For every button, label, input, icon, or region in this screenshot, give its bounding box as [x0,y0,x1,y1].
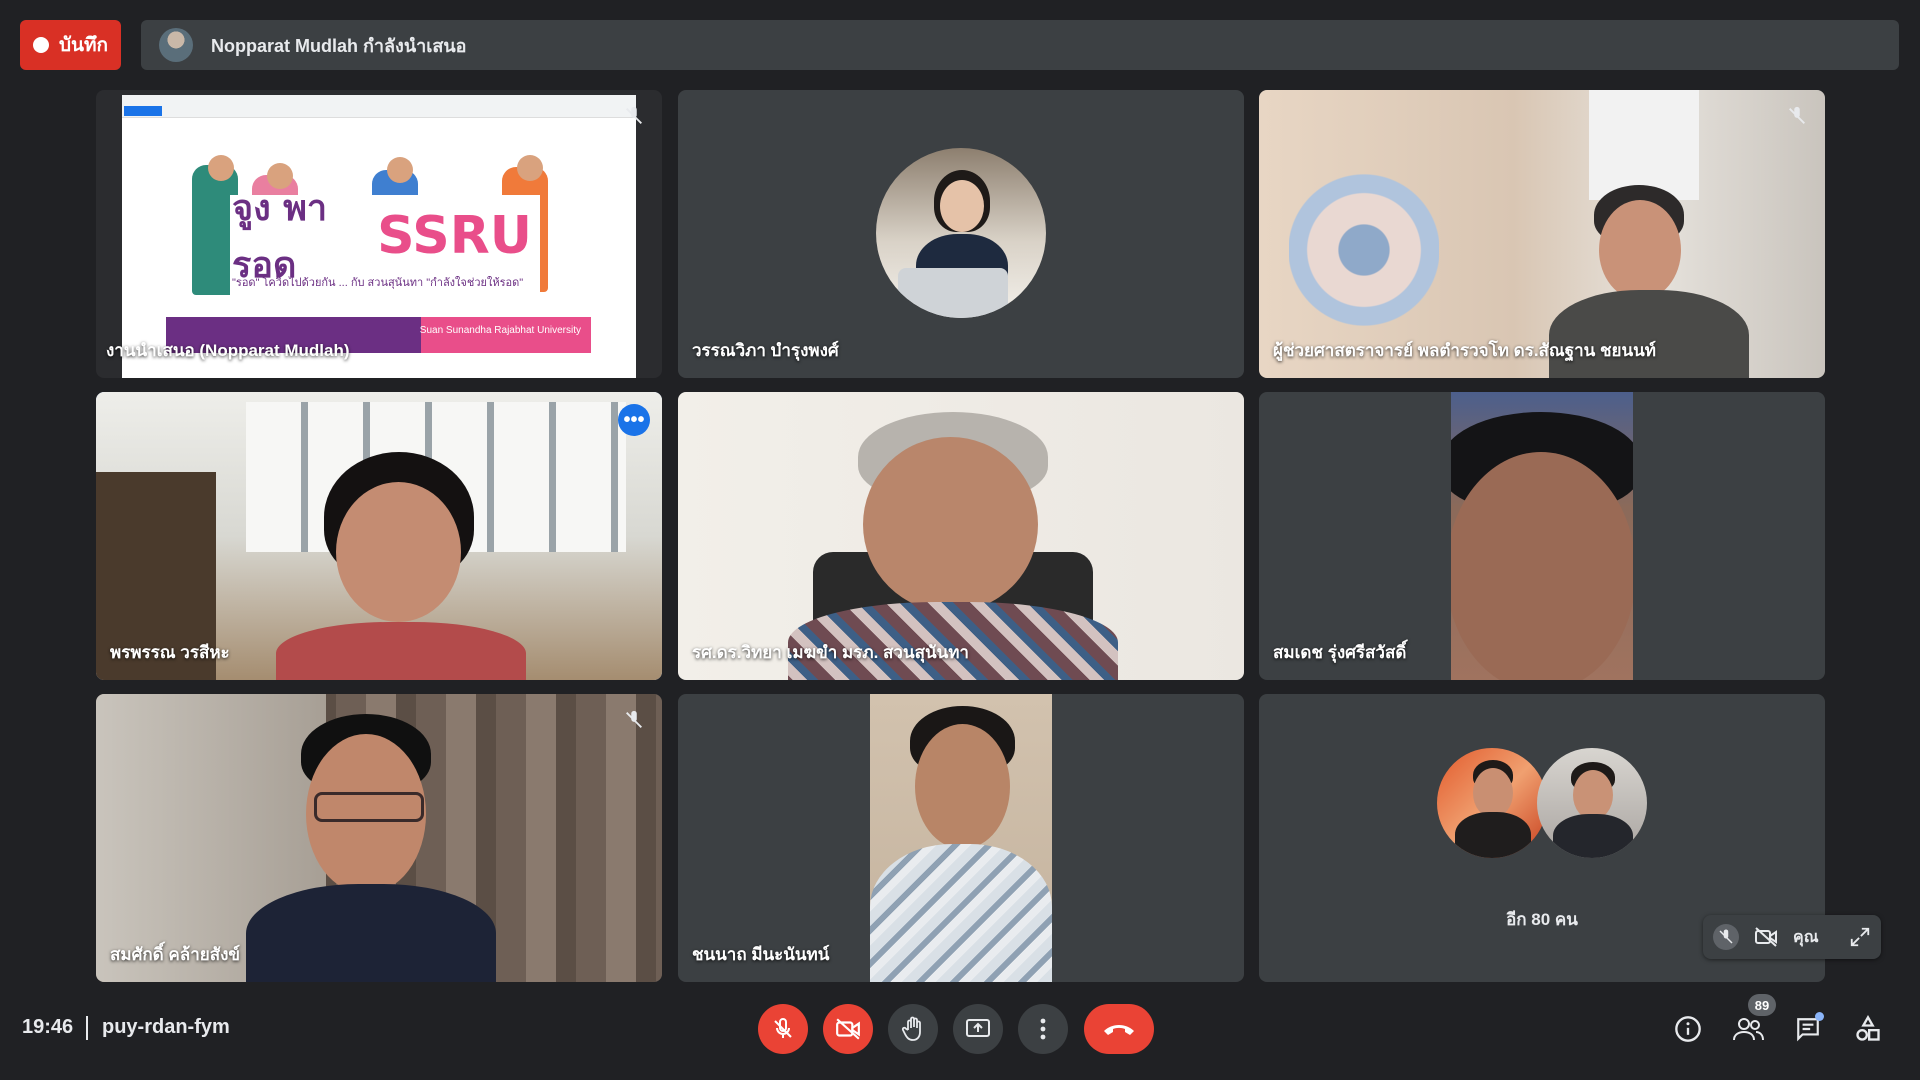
mic-off-icon [1783,102,1811,130]
recording-label: บันทึก [58,35,109,56]
people-icon [1733,1018,1764,1041]
presenter-avatar [159,28,193,62]
self-label: คุณ [1793,928,1819,946]
tile-name: วรรณวิภา บำรุงพงศ์ [692,341,839,360]
participants-button[interactable] [1731,1012,1765,1046]
participant-tile[interactable]: สมศักดิ์ คล้ายสังข์ [96,694,662,982]
expand-icon[interactable] [1847,924,1873,950]
tile-name: รศ.ดร.วิทยา เมฆขำ มรภ. สวนสุนันทา [692,643,969,662]
tile-name: งานนำเสนอ (Nopparat Mudlah) [106,341,350,360]
recording-button[interactable]: บันทึก [20,20,121,70]
camera-off-icon [836,1018,860,1040]
tile-name: ผู้ช่วยศาสตราจารย์ พลตำรวจโท ดร.สัณฐาน ช… [1273,341,1656,360]
tile-name: พรพรรณ วรสีหะ [110,643,230,662]
more-options-button[interactable]: ••• [618,404,650,436]
shared-slide: จูง พารอด SSRU "รอด" โควิดไปด้วยกัน ... … [122,95,636,378]
present-icon [966,1019,990,1037]
clock-time: 19:46 [22,1016,74,1038]
activities-icon [1856,1015,1880,1041]
hand-icon [901,1016,921,1041]
activities-button[interactable] [1851,1012,1885,1046]
participant-avatar [876,148,1046,318]
meeting-details-button[interactable] [1671,1012,1705,1046]
participant-tile[interactable]: สมเดช รุ่งศรีสวัสดิ์ [1259,392,1825,680]
record-dot-icon [32,37,49,53]
self-view-pill[interactable]: คุณ [1703,915,1881,959]
slide-title: จูง พารอด SSRU [232,188,532,286]
more-options-button[interactable] [1018,1004,1068,1054]
presenter-banner-text: Nopparat Mudlah กำลังนำเสนอ [211,35,467,56]
camera-off-icon[interactable] [1753,924,1779,950]
participant-avatar [1537,748,1647,858]
leave-call-button[interactable] [1084,1004,1154,1054]
slide-browser-toolbar [122,95,636,118]
raise-hand-button[interactable] [888,1004,938,1054]
mic-off-icon [620,102,648,130]
chat-notification-dot [1815,1012,1824,1021]
participant-tile[interactable]: รศ.ดร.วิทยา เมฆขำ มรภ. สวนสุนันทา [678,392,1244,680]
info-icon [1675,1016,1701,1042]
participant-tile[interactable]: ชนนาถ มีนะนันทน์ [678,694,1244,982]
mic-toggle-button[interactable] [758,1004,808,1054]
hang-up-icon [1104,1025,1134,1035]
tile-name: สมศักดิ์ คล้ายสังข์ [110,945,241,964]
participant-tile[interactable]: วรรณวิภา บำรุงพงศ์ [678,90,1244,378]
divider [86,1016,88,1040]
mic-off-icon [620,706,648,734]
mic-off-icon [774,1018,792,1038]
slide-subtitle: "รอด" โควิดไปด้วยกัน ... กับ สวนสุนันทา … [232,277,524,289]
presentation-tile[interactable]: จูง พารอด SSRU "รอด" โควิดไปด้วยกัน ... … [96,90,662,378]
participant-avatar [1437,748,1547,858]
camera-toggle-button[interactable] [823,1004,873,1054]
more-vert-icon [1040,1018,1046,1040]
tile-name: สมเดช รุ่งศรีสวัสดิ์ [1273,643,1407,662]
mic-off-icon[interactable] [1713,924,1739,950]
meeting-code: puy-rdan-fym [102,1016,230,1038]
participants-count-badge: 89 [1748,994,1776,1016]
tile-name: ชนนาถ มีนะนันทน์ [692,945,830,964]
presenter-banner[interactable]: Nopparat Mudlah กำลังนำเสนอ [141,20,1899,70]
participant-tile[interactable]: ผู้ช่วยศาสตราจารย์ พลตำรวจโท ดร.สัณฐาน ช… [1259,90,1825,378]
present-screen-button[interactable] [953,1004,1003,1054]
participant-tile-active[interactable]: ••• พรพรรณ วรสีหะ [96,392,662,680]
